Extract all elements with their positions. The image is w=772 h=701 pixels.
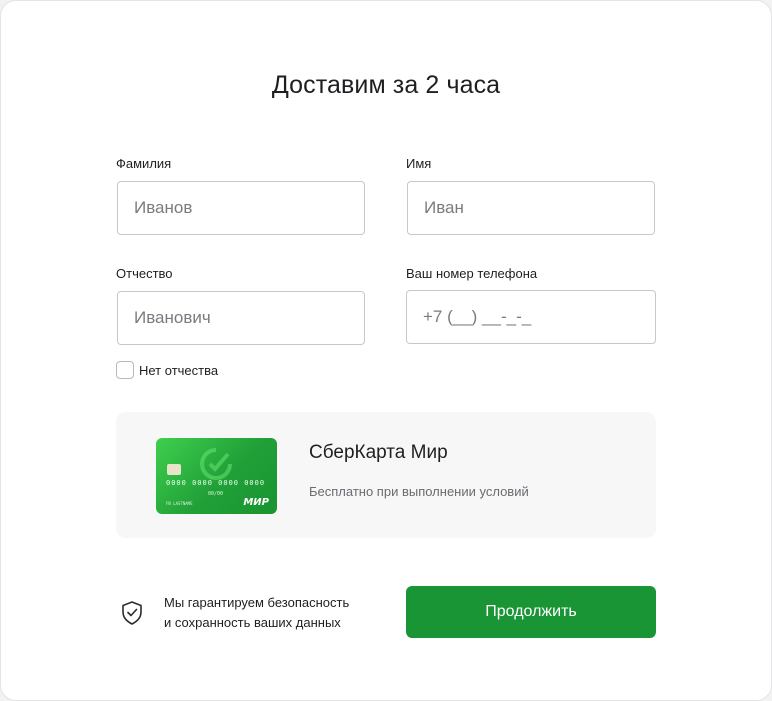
card-number: 0000 0000 0000 0000 (166, 479, 266, 487)
card-holder: FN LASTNAME (166, 501, 193, 506)
phone-field[interactable] (406, 290, 656, 344)
surname-label: Фамилия (116, 156, 172, 171)
name-field[interactable] (407, 181, 655, 235)
continue-button[interactable]: Продолжить (406, 586, 656, 638)
card-promo-title: СберКарта Мир (309, 442, 448, 463)
security-text-line2: и сохранность ваших данных (164, 615, 341, 630)
security-note: Мы гарантируем безопасность и сохранност… (120, 593, 349, 633)
name-label: Имя (406, 156, 432, 171)
mir-logo: МИР (243, 497, 269, 508)
no-patronymic-option[interactable]: Нет отчества (116, 361, 218, 379)
card-promo-subtitle: Бесплатно при выполнении условий (309, 484, 529, 499)
security-text-line1: Мы гарантируем безопасность (164, 595, 350, 610)
patronymic-field[interactable] (117, 291, 365, 345)
page-title: Доставим за 2 часа (271, 71, 501, 99)
security-text: Мы гарантируем безопасность и сохранност… (164, 593, 349, 633)
name-input[interactable] (424, 198, 638, 218)
card-promo[interactable]: 0000 0000 0000 0000 00/00 FN LASTNAME МИ… (116, 412, 656, 538)
patronymic-input[interactable] (134, 308, 348, 328)
surname-field[interactable] (117, 181, 365, 235)
phone-input[interactable] (423, 307, 639, 327)
card-expiry: 00/00 (208, 491, 224, 497)
delivery-form-panel: Доставим за 2 часа Фамилия Имя Отчество … (0, 0, 772, 701)
shield-check-icon (122, 601, 142, 625)
sber-logo-icon (200, 448, 232, 480)
phone-label: Ваш номер телефона (406, 266, 538, 281)
no-patronymic-label: Нет отчества (139, 362, 219, 378)
surname-input[interactable] (134, 198, 348, 218)
patronymic-label: Отчество (116, 266, 173, 281)
sbercard-image: 0000 0000 0000 0000 00/00 FN LASTNAME МИ… (156, 438, 277, 514)
card-chip-icon (167, 464, 181, 475)
no-patronymic-checkbox[interactable] (116, 361, 134, 379)
